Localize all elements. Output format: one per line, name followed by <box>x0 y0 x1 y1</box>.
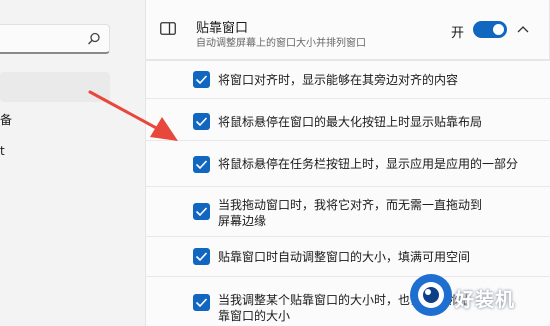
red-arrow-annotation <box>88 90 178 141</box>
watermark-logo-icon <box>410 274 452 316</box>
watermark-text: 好装机 <box>455 289 516 311</box>
